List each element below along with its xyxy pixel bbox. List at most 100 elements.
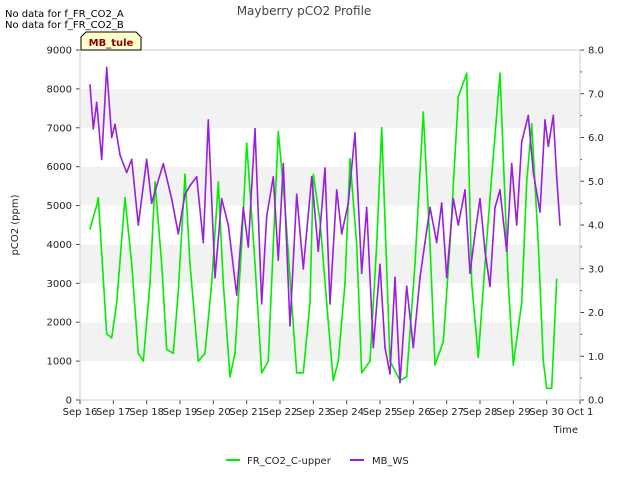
x-tick-label: Sep 18 (129, 407, 164, 418)
data-point-series-2 (95, 101, 98, 104)
right-axis-ticks: 0.0 1.0 2.0 3.0 4.0 5.0 6.0 7.0 8.0 (580, 46, 604, 407)
data-point-series-1 (360, 371, 363, 374)
data-point-series-1 (457, 95, 460, 98)
data-point-series-1 (295, 371, 298, 374)
data-point-series-2 (170, 197, 173, 200)
y-tick-label: 9000 (47, 46, 72, 57)
data-point-series-2 (379, 263, 381, 266)
data-point-series-2 (227, 224, 230, 226)
data-point-series-2 (544, 119, 546, 121)
y2-tick-label: 7.0 (588, 89, 604, 100)
data-point-series-2 (347, 202, 350, 205)
data-point-series-1 (217, 181, 220, 184)
legend-label-series-1: FR_CO2_C-upper (247, 456, 332, 467)
data-point-series-1 (160, 263, 163, 265)
data-point-series-1 (525, 181, 528, 184)
data-point-series-1 (130, 263, 133, 265)
data-point-series-2 (150, 202, 153, 205)
y2-tick-label: 4.0 (588, 221, 604, 232)
data-point-series-1 (344, 282, 346, 285)
data-point-series-1 (520, 301, 523, 304)
data-point-series-1 (337, 360, 340, 362)
data-point-series-1 (110, 336, 113, 339)
data-point-series-1 (267, 360, 270, 362)
grid-band (80, 361, 580, 400)
data-point-series-2 (220, 197, 223, 200)
data-point-series-1 (184, 173, 186, 176)
data-point-series-1 (272, 243, 275, 246)
data-point-series-1 (470, 282, 473, 285)
y2-tick-label: 2.0 (588, 308, 604, 319)
x-tick-label: Sep 26 (396, 407, 431, 418)
data-point-series-2 (429, 206, 431, 209)
data-point-series-2 (440, 202, 443, 205)
data-point-series-1 (477, 356, 480, 359)
left-axis-ticks: 0 1000 2000 3000 4000 5000 6000 7000 8000 9000 (47, 46, 80, 407)
data-point-series-2 (555, 176, 558, 178)
grid-band (80, 244, 580, 284)
data-point-series-2 (110, 136, 113, 139)
data-point-series-2 (155, 184, 158, 187)
data-point-series-2 (277, 259, 280, 261)
y-tick-label: 1000 (47, 357, 72, 368)
data-point-series-1 (254, 263, 256, 265)
data-point-series-2 (479, 197, 481, 200)
site-badge: MB_tule (80, 31, 142, 51)
data-point-series-1 (434, 364, 436, 366)
data-point-series-2 (484, 250, 486, 253)
data-point-series-2 (489, 285, 491, 288)
data-point-series-2 (335, 189, 338, 191)
y-axis-label: pCO2 (ppm) (10, 194, 21, 255)
data-point-series-1 (302, 371, 305, 374)
data-point-series-1 (542, 360, 545, 362)
data-point-series-2 (539, 211, 541, 213)
data-point-series-1 (309, 301, 311, 304)
data-point-series-2 (457, 224, 460, 226)
y2-tick-label: 3.0 (588, 264, 604, 275)
data-point-series-1 (429, 243, 431, 246)
x-tick-label: Sep 20 (196, 407, 231, 418)
y2-tick-label: 5.0 (588, 177, 604, 188)
data-point-series-1 (142, 360, 145, 362)
data-point-series-2 (247, 246, 250, 248)
no-data-note-a: No data for f_FR_CO2_A (5, 9, 124, 20)
data-point-series-2 (384, 346, 386, 349)
x-tick-label: Sep 21 (229, 407, 264, 418)
data-point-series-2 (547, 145, 550, 148)
y2-tick-label: 1.0 (588, 352, 604, 363)
data-point-series-1 (115, 301, 118, 304)
data-point-series-1 (95, 204, 98, 207)
y-tick-label: 5000 (47, 201, 72, 212)
data-point-series-1 (229, 375, 231, 378)
pco2-chart: 0 1000 2000 3000 4000 5000 6000 7000 8000 9000 0.… (5, 4, 604, 467)
x-axis-ticks: Sep 16Sep 17Sep 18Sep 19Sep 20Sep 21Sep … (63, 400, 593, 418)
data-point-series-2 (310, 176, 313, 178)
data-point-series-2 (119, 154, 121, 156)
grid-band (80, 127, 580, 167)
data-point-series-2 (389, 372, 391, 375)
data-point-series-2 (505, 250, 508, 253)
data-point-series-2 (137, 224, 140, 226)
y2-tick-label: 0.0 (588, 396, 604, 407)
data-point-series-2 (207, 119, 210, 121)
data-point-series-2 (464, 189, 466, 191)
grid-band (80, 50, 580, 89)
data-point-series-1 (512, 364, 515, 366)
legend-label-series-2: MB_WS (372, 456, 409, 467)
x-tick-label: Sep 29 (496, 407, 531, 418)
data-point-series-2 (365, 206, 368, 209)
data-point-series-1 (189, 263, 191, 265)
x-tick-label: Sep 28 (463, 407, 498, 418)
data-point-series-2 (317, 250, 320, 253)
data-point-series-2 (510, 162, 513, 165)
data-point-series-2 (360, 272, 363, 274)
data-point-series-2 (452, 197, 455, 200)
data-point-series-2 (114, 123, 116, 126)
x-axis-label: Time (553, 425, 578, 436)
data-point-series-1 (172, 352, 175, 355)
y-tick-label: 3000 (47, 279, 72, 290)
data-point-series-1 (105, 333, 108, 335)
y-tick-label: 7000 (47, 123, 72, 134)
data-point-series-2 (324, 167, 326, 170)
data-point-series-1 (260, 371, 263, 374)
